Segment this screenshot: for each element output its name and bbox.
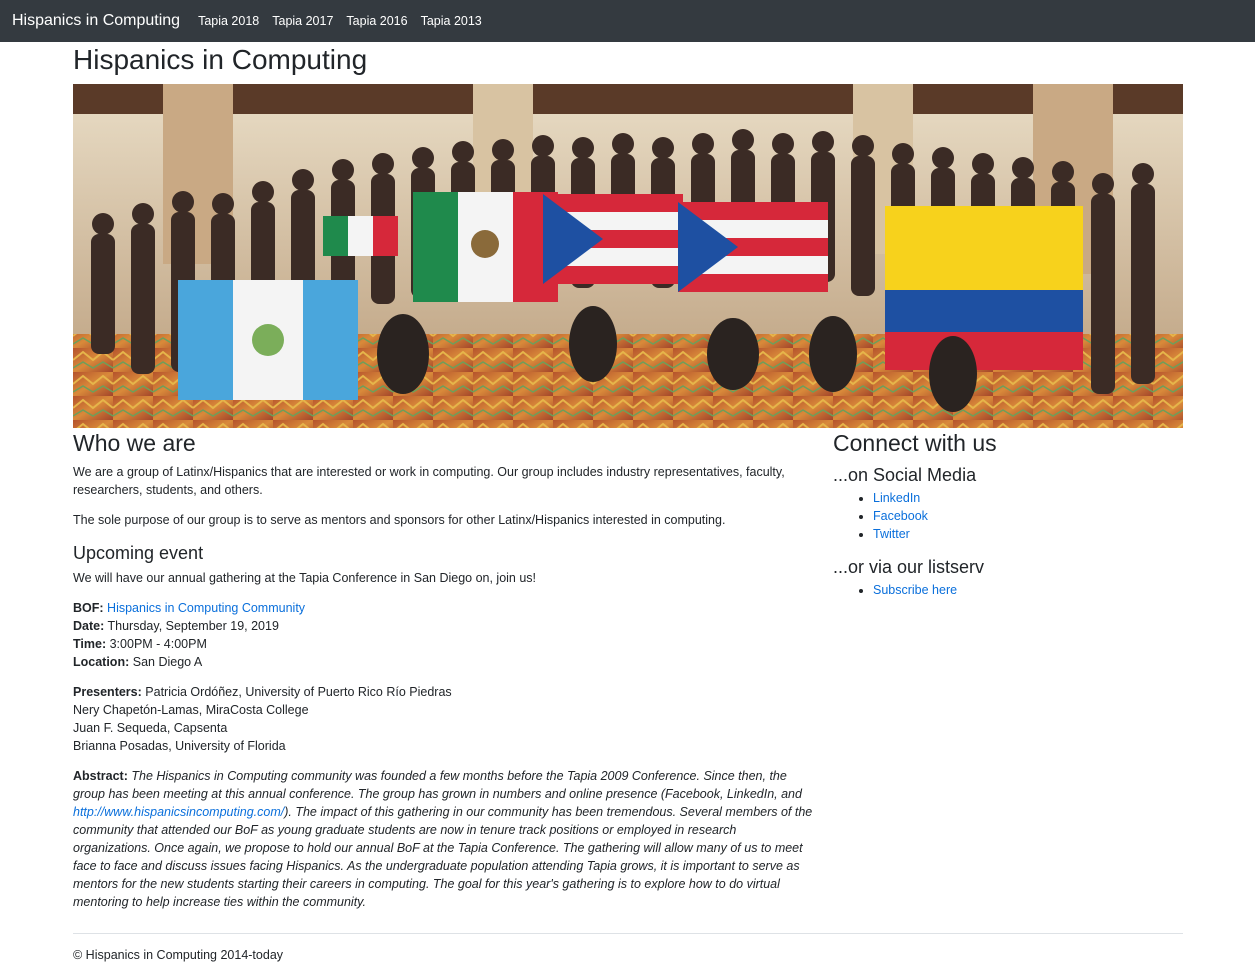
abstract-text-start: The Hispanics in Computing community was… (73, 769, 802, 801)
abstract-website-link[interactable]: http://www.hispanicsincomputing.com/ (73, 805, 284, 819)
puerto-rico-flag-1 (543, 194, 683, 284)
date-value: Thursday, September 19, 2019 (107, 619, 279, 633)
mexico-flag-small (323, 216, 398, 256)
top-navbar: Hispanics in Computing Tapia 2018 Tapia … (0, 0, 1255, 42)
mexico-flag-large (413, 192, 558, 302)
sidebar: Connect with us ...on Social Media Linke… (833, 429, 1183, 611)
time-label: Time: (73, 637, 107, 651)
list-item: Twitter (873, 525, 1183, 543)
nav-link-tapia-2013[interactable]: Tapia 2013 (421, 12, 482, 30)
list-item: Subscribe here (873, 581, 1183, 599)
group-photo-illustration (73, 84, 1183, 428)
list-item: Facebook (873, 507, 1183, 525)
date-label: Date: (73, 619, 105, 633)
upcoming-event-heading: Upcoming event (73, 543, 204, 563)
social-media-heading: ...on Social Media (833, 465, 977, 485)
page-title: Hispanics in Computing (73, 44, 368, 75)
presenters: Presenters: Patricia Ordóñez, University… (73, 683, 813, 755)
nav-link-tapia-2017[interactable]: Tapia 2017 (272, 12, 333, 30)
facebook-link[interactable]: Facebook (873, 509, 928, 523)
presenter-4: Brianna Posadas, University of Florida (73, 739, 286, 753)
twitter-link[interactable]: Twitter (873, 527, 910, 541)
abstract-label: Abstract: (73, 769, 128, 783)
main-column: Who we are We are a group of Latinx/Hisp… (73, 429, 813, 923)
nav-link-tapia-2018[interactable]: Tapia 2018 (198, 12, 259, 30)
subscribe-link[interactable]: Subscribe here (873, 583, 957, 597)
who-we-are-paragraph-2: The sole purpose of our group is to serv… (73, 513, 726, 527)
puerto-rico-flag-2 (678, 202, 828, 292)
presenter-3: Juan F. Sequeda, Capsenta (73, 721, 228, 735)
abstract: Abstract: The Hispanics in Computing com… (73, 767, 813, 911)
footer-copyright: © Hispanics in Computing 2014-today (73, 948, 284, 962)
colombia-flag (885, 206, 1083, 370)
who-we-are-heading: Who we are (73, 430, 196, 456)
bof-label: BOF: (73, 601, 104, 615)
time-value: 3:00PM - 4:00PM (109, 637, 207, 651)
footer: © Hispanics in Computing 2014-today (73, 933, 1183, 964)
who-we-are-paragraph-1: We are a group of Latinx/Hispanics that … (73, 465, 785, 497)
list-item: LinkedIn (873, 489, 1183, 507)
location-label: Location: (73, 655, 130, 669)
guatemala-flag (178, 280, 358, 400)
presenters-label: Presenters: (73, 685, 142, 699)
hero-group-photo (73, 84, 1183, 428)
location-value: San Diego A (132, 655, 203, 669)
listserv-heading: ...or via our listserv (833, 557, 985, 577)
bof-link[interactable]: Hispanics in Computing Community (107, 601, 305, 615)
event-details: BOF: Hispanics in Computing Community Da… (73, 599, 813, 671)
linkedin-link[interactable]: LinkedIn (873, 491, 920, 505)
connect-heading: Connect with us (833, 430, 997, 456)
presenter-1: Patricia Ordóñez, University of Puerto R… (145, 685, 452, 699)
nav-link-tapia-2016[interactable]: Tapia 2016 (346, 12, 407, 30)
upcoming-event-intro: We will have our annual gathering at the… (73, 571, 537, 585)
listserv-links-list: Subscribe here (833, 581, 1183, 599)
social-links-list: LinkedIn Facebook Twitter (833, 489, 1183, 543)
presenter-2: Nery Chapetón-Lamas, MiraCosta College (73, 703, 309, 717)
abstract-text-end: ). The impact of this gathering in our c… (73, 805, 813, 909)
brand-link[interactable]: Hispanics in Computing (12, 12, 180, 30)
